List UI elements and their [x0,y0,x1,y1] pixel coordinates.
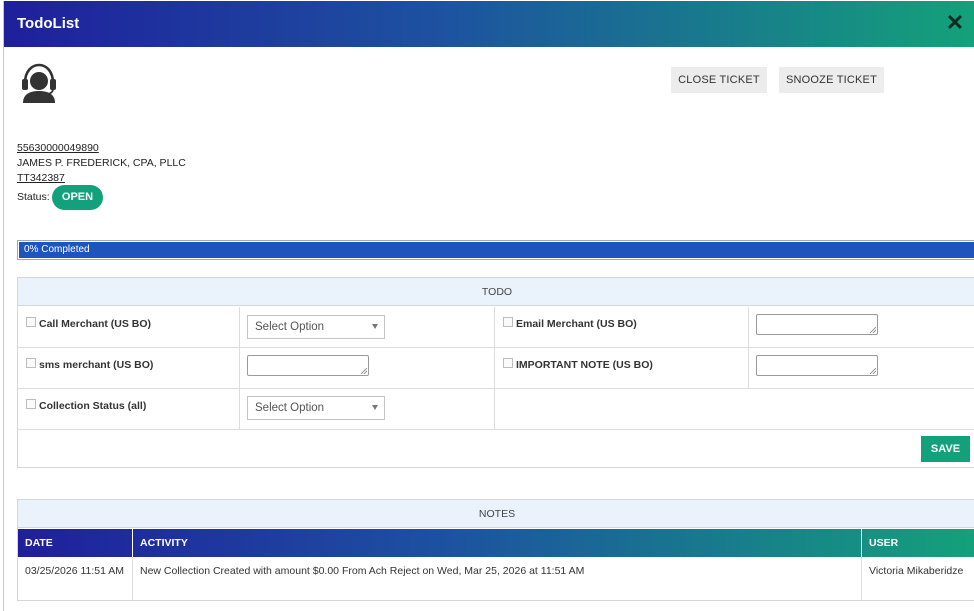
call-merchant-label: Call Merchant (US BO) [39,318,152,330]
todo-cell-empty [495,389,974,430]
merchant-name: JAMES P. FREDERICK, CPA, PLLC [17,157,186,169]
collection-status-select[interactable]: Select Option [247,396,385,420]
todo-cell-important-note: IMPORTANT NOTE (US BO) [495,348,749,389]
modal-header: TodoList ✕ [4,1,974,47]
collection-status-checkbox[interactable] [26,399,36,409]
todo-section: TODO Call Merchant (US BO) Select Option… [17,277,974,468]
column-header-user[interactable]: USER [862,529,974,557]
todo-section-title: TODO [18,278,974,306]
todo-cell-sms-merchant: sms merchant (US BO) [18,348,240,389]
modal-title: TodoList [17,15,80,32]
chevron-down-icon [372,405,378,410]
call-merchant-select-value: Select Option [255,321,325,333]
sms-merchant-checkbox[interactable] [26,358,36,368]
chevron-down-icon [372,324,378,329]
resize-grip-icon[interactable] [870,327,876,333]
note-activity: New Collection Created with amount $0.00… [133,557,862,601]
ticket-id-link[interactable]: TT342387 [17,172,65,184]
todolist-modal: TodoList ✕ CLOSE TICKET SNOOZE TICKET 55… [3,1,974,611]
status-badge: OPEN [52,185,103,210]
important-note-label: IMPORTANT NOTE (US BO) [516,359,653,371]
todo-cell-important-note-control [749,348,974,389]
column-header-date[interactable]: DATE [18,529,133,557]
status-label: Status: [17,191,50,203]
todo-cell-call-merchant: Call Merchant (US BO) [18,307,240,348]
email-merchant-textarea[interactable] [756,314,878,335]
todo-cell-email-merchant-control [749,307,974,348]
important-note-checkbox[interactable] [503,358,513,368]
save-button[interactable]: SAVE [921,436,970,462]
progress-fill [19,242,974,258]
note-user: Victoria Mikaberidze [869,565,964,577]
snooze-ticket-button[interactable]: SNOOZE TICKET [779,67,884,93]
todo-cell-email-merchant: Email Merchant (US BO) [495,307,749,348]
resize-grip-icon[interactable] [870,368,876,374]
important-note-textarea[interactable] [756,355,878,376]
email-merchant-checkbox[interactable] [503,317,513,327]
collection-status-label: Collection Status (all) [39,400,147,412]
close-icon[interactable]: ✕ [945,12,965,34]
notes-section-title: NOTES [18,500,974,528]
todo-cell-sms-merchant-control [240,348,495,389]
email-merchant-label: Email Merchant (US BO) [516,318,637,330]
todo-cell-call-merchant-control: Select Option [240,307,495,348]
account-number-link[interactable]: 55630000049890 [17,142,99,154]
notes-table-header: DATE ACTIVITY USER [18,529,974,557]
collection-status-select-value: Select Option [255,402,325,414]
close-ticket-button[interactable]: CLOSE TICKET [671,67,767,93]
column-header-activity[interactable]: ACTIVITY [133,529,862,557]
notes-section: NOTES DATE ACTIVITY USER 03/25/2026 11:5… [17,499,974,601]
progress-label: 0% Completed [24,244,90,255]
sms-merchant-label: sms merchant (US BO) [39,359,154,371]
support-agent-icon [22,63,56,103]
resize-grip-icon[interactable] [361,368,367,374]
call-merchant-checkbox[interactable] [26,317,36,327]
todo-cell-collection-status-control: Select Option [240,389,495,430]
note-date: 03/25/2026 11:51 AM [18,557,133,601]
sms-merchant-textarea[interactable] [247,355,369,376]
todo-cell-collection-status: Collection Status (all) [18,389,240,430]
call-merchant-select[interactable]: Select Option [247,315,385,339]
progress-bar: 0% Completed [17,240,974,260]
